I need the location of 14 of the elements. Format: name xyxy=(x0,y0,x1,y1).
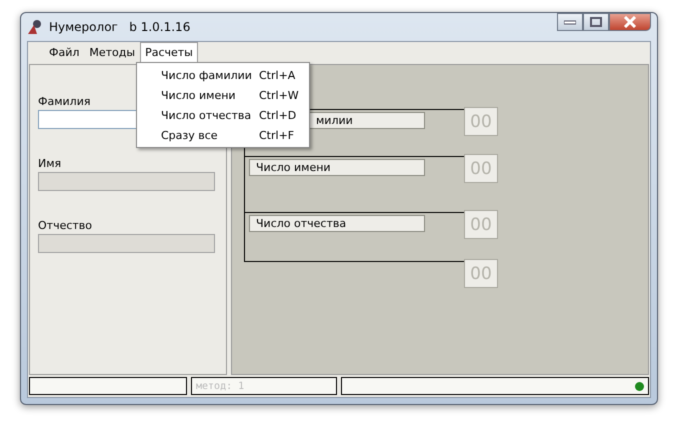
method-text: метод: 1 xyxy=(196,380,244,392)
field-label: Фамилия xyxy=(38,95,90,108)
shortcut-text: Ctrl+W xyxy=(259,88,299,102)
field-label: Отчество xyxy=(38,219,92,232)
total-counter-field: 00 xyxy=(464,259,498,288)
shortcut-text: Ctrl+F xyxy=(259,128,294,142)
counter-field: 00 xyxy=(464,210,498,239)
result-field: Число отчества xyxy=(249,215,425,232)
counter-field: 00 xyxy=(464,107,498,136)
result-field: Число имени xyxy=(249,159,425,176)
window-title: Нумеролог b 1.0.1.16 xyxy=(49,20,190,34)
counter-field: 00 xyxy=(464,154,498,183)
shortcut-text: Ctrl+A xyxy=(259,68,296,82)
field-label: Имя xyxy=(38,157,62,170)
